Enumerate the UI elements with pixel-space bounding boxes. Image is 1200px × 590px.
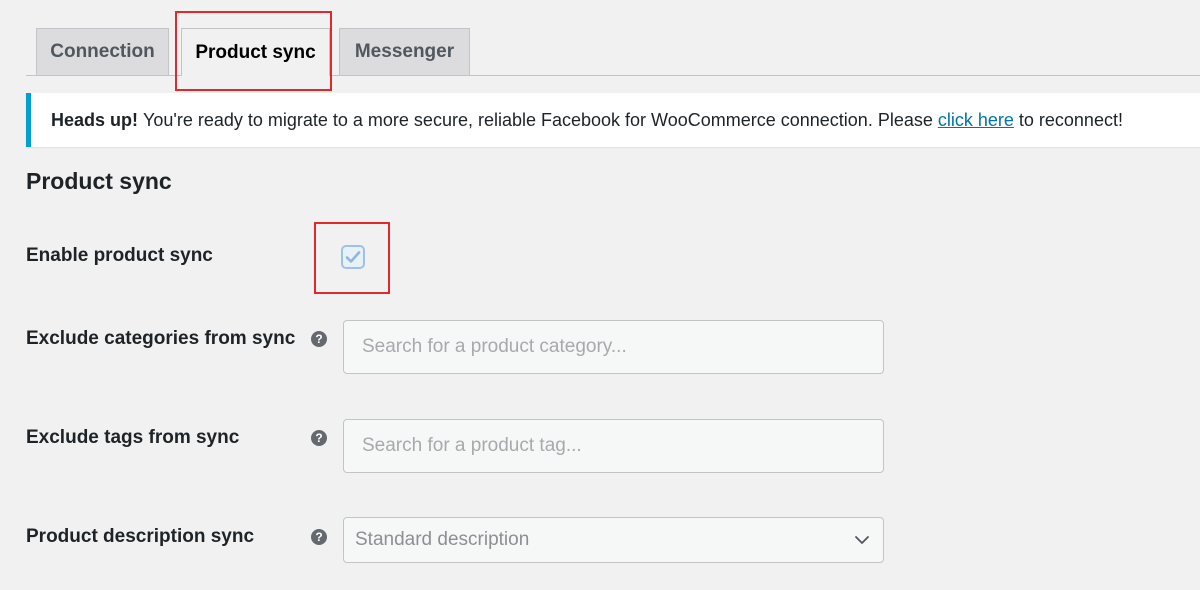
question-mark-icon[interactable]: ? [311, 430, 327, 446]
enable-sync-checkbox[interactable] [341, 245, 365, 269]
tab-product-sync[interactable]: Product sync [181, 28, 330, 76]
notice-suffix: to reconnect! [1018, 109, 1123, 130]
exclude-tags-label: Exclude tags from sync [26, 427, 240, 448]
section-title: Product sync [26, 168, 172, 194]
exclude-categories-input[interactable]: Search for a product category... [343, 320, 884, 374]
checkmark-icon [345, 251, 361, 263]
description-sync-select[interactable]: Standard description [343, 517, 884, 563]
exclude-tags-input[interactable]: Search for a product tag... [343, 419, 884, 473]
question-mark-icon[interactable]: ? [311, 331, 327, 347]
enable-sync-label: Enable product sync [26, 245, 213, 266]
tab-connection[interactable]: Connection [36, 28, 169, 75]
exclude-categories-label: Exclude categories from sync [26, 328, 296, 349]
settings-tabs: Connection Product sync Messenger [26, 0, 1200, 76]
notice-text: You're ready to migrate to a more secure… [143, 109, 933, 130]
description-sync-label: Product description sync [26, 526, 255, 547]
description-sync-value: Standard description [355, 529, 530, 550]
migration-notice: Heads up! You're ready to migrate to a m… [26, 93, 1200, 147]
question-mark-icon[interactable]: ? [311, 529, 327, 545]
tab-messenger[interactable]: Messenger [339, 28, 470, 75]
reconnect-link[interactable]: click here [938, 110, 1014, 131]
chevron-down-icon [855, 536, 869, 544]
notice-strong: Heads up! [51, 109, 139, 130]
